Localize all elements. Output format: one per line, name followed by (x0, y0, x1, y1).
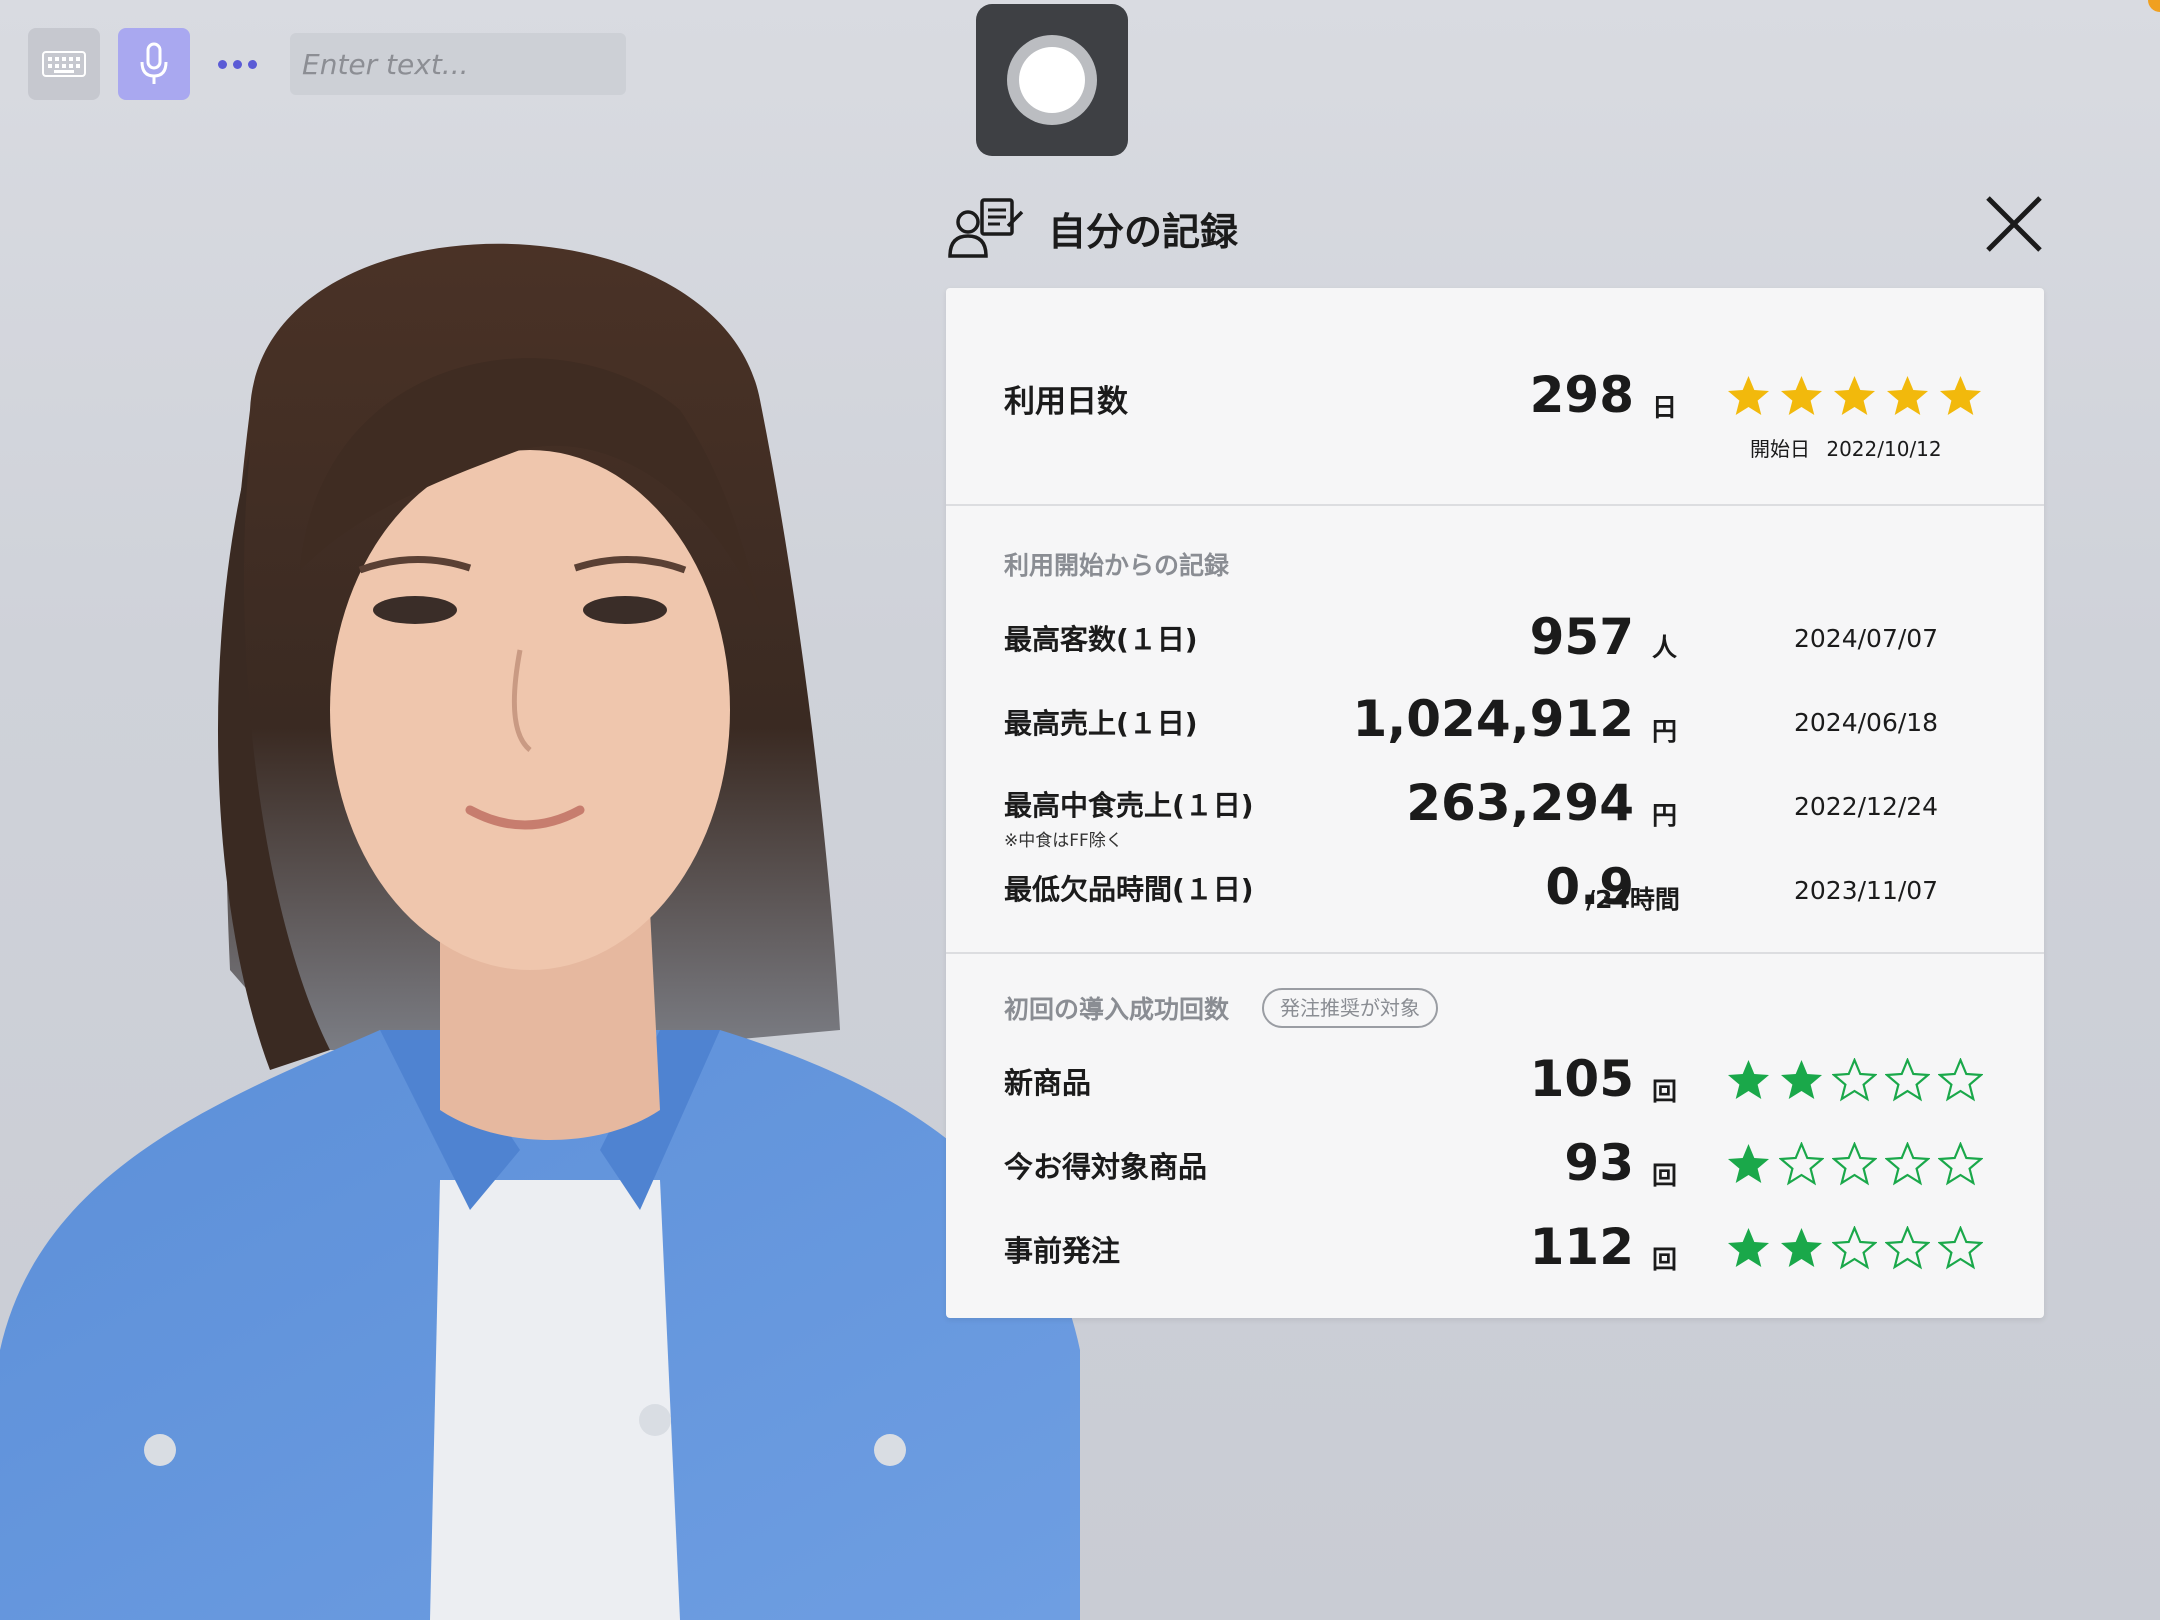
start-date-line: 開始日 2022/10/12 (1750, 433, 1942, 462)
record-date: 2022/12/24 (1794, 792, 1939, 821)
success-unit: 回 (1652, 1161, 1678, 1190)
record-unit: 円 (1652, 801, 1678, 830)
record-note: ※中食はFF除く (1004, 831, 1123, 851)
usage-days-label: 利用日数 (1004, 384, 1128, 420)
star-filled-icon (1728, 1060, 1769, 1099)
record-unit: /24時間 (1586, 885, 1680, 914)
record-card: 利用日数 298 日 開始日 2022/10/12 利用開始からの記録 最高客数… (946, 288, 2044, 1318)
microphone-icon (140, 42, 168, 84)
star-outline-icon (1885, 1226, 1930, 1270)
record-label: 最高客数(１日) (1004, 623, 1198, 656)
record-date: 2024/07/07 (1794, 624, 1939, 653)
close-icon (1986, 196, 2042, 252)
record-icon (1007, 35, 1097, 125)
usage-days-unit: 日 (1652, 393, 1678, 422)
star-filled-icon (1834, 376, 1875, 415)
record-label: 最低欠品時間(１日) (1004, 873, 1254, 906)
status-indicator (2148, 0, 2160, 12)
star-filled-icon (1940, 376, 1981, 415)
star-filled-icon (1728, 376, 1769, 415)
records-section-title: 利用開始からの記録 (1004, 551, 1230, 580)
success-rating (1726, 1226, 1983, 1271)
record-value: 1,024,912 (1352, 690, 1634, 748)
star-outline-icon (1779, 1142, 1824, 1186)
success-unit: 回 (1652, 1077, 1678, 1106)
success-label: 今お得対象商品 (1004, 1150, 1208, 1184)
success-label: 事前発注 (1004, 1234, 1121, 1268)
star-outline-icon (1938, 1226, 1983, 1270)
dot-icon (217, 59, 227, 69)
star-outline-icon (1832, 1142, 1877, 1186)
panel-header: 自分の記録 (946, 196, 1238, 260)
record-value: 263,294 (1406, 774, 1634, 832)
success-rating (1726, 1058, 1983, 1103)
star-outline-icon (1832, 1226, 1877, 1270)
star-filled-icon (1781, 1060, 1822, 1099)
record-unit: 円 (1652, 717, 1678, 746)
record-unit: 人 (1652, 633, 1678, 662)
keyboard-button[interactable] (28, 28, 100, 100)
record-date: 2023/11/07 (1794, 876, 1939, 905)
star-outline-icon (1938, 1142, 1983, 1186)
success-rating (1726, 1142, 1983, 1187)
target-badge: 発注推奨が対象 (1262, 988, 1438, 1028)
record-value: 957 (1529, 608, 1634, 666)
success-label: 新商品 (1004, 1066, 1092, 1100)
face (330, 450, 730, 970)
success-unit: 回 (1652, 1245, 1678, 1274)
record-label: 最高売上(１日) (1004, 707, 1198, 740)
more-options-button[interactable] (202, 28, 272, 100)
close-button[interactable] (1982, 192, 2046, 256)
divider (946, 504, 2044, 506)
input-toolbar (28, 28, 626, 100)
success-value: 93 (1564, 1134, 1634, 1192)
star-outline-icon (1885, 1058, 1930, 1102)
user-record-icon (948, 198, 1024, 258)
star-filled-icon (1781, 1228, 1822, 1267)
record-label: 最高中食売上(１日) (1004, 789, 1254, 822)
record-date: 2024/06/18 (1794, 708, 1939, 737)
dot-icon (247, 59, 257, 69)
avatar-character (0, 243, 1080, 1620)
text-input[interactable] (290, 33, 626, 95)
record-button[interactable] (976, 4, 1128, 156)
usage-rating (1726, 374, 1983, 419)
star-filled-icon (1728, 1228, 1769, 1267)
star-outline-icon (1885, 1142, 1930, 1186)
star-filled-icon (1728, 1144, 1769, 1183)
usage-days-value: 298 (1529, 366, 1634, 424)
success-value: 112 (1529, 1218, 1634, 1276)
microphone-button[interactable] (118, 28, 190, 100)
dot-icon (232, 59, 242, 69)
star-outline-icon (1832, 1058, 1877, 1102)
star-filled-icon (1887, 376, 1928, 415)
success-section-title: 初回の導入成功回数 (1004, 995, 1230, 1024)
keyboard-icon (42, 51, 86, 77)
panel-title: 自分の記録 (1048, 209, 1239, 254)
success-value: 105 (1529, 1050, 1634, 1108)
divider (946, 952, 2044, 954)
start-date-value: 2022/10/12 (1826, 437, 1942, 461)
start-date-label: 開始日 (1750, 437, 1810, 461)
star-outline-icon (1938, 1058, 1983, 1102)
inner-shirt (430, 1180, 680, 1620)
star-filled-icon (1781, 376, 1822, 415)
